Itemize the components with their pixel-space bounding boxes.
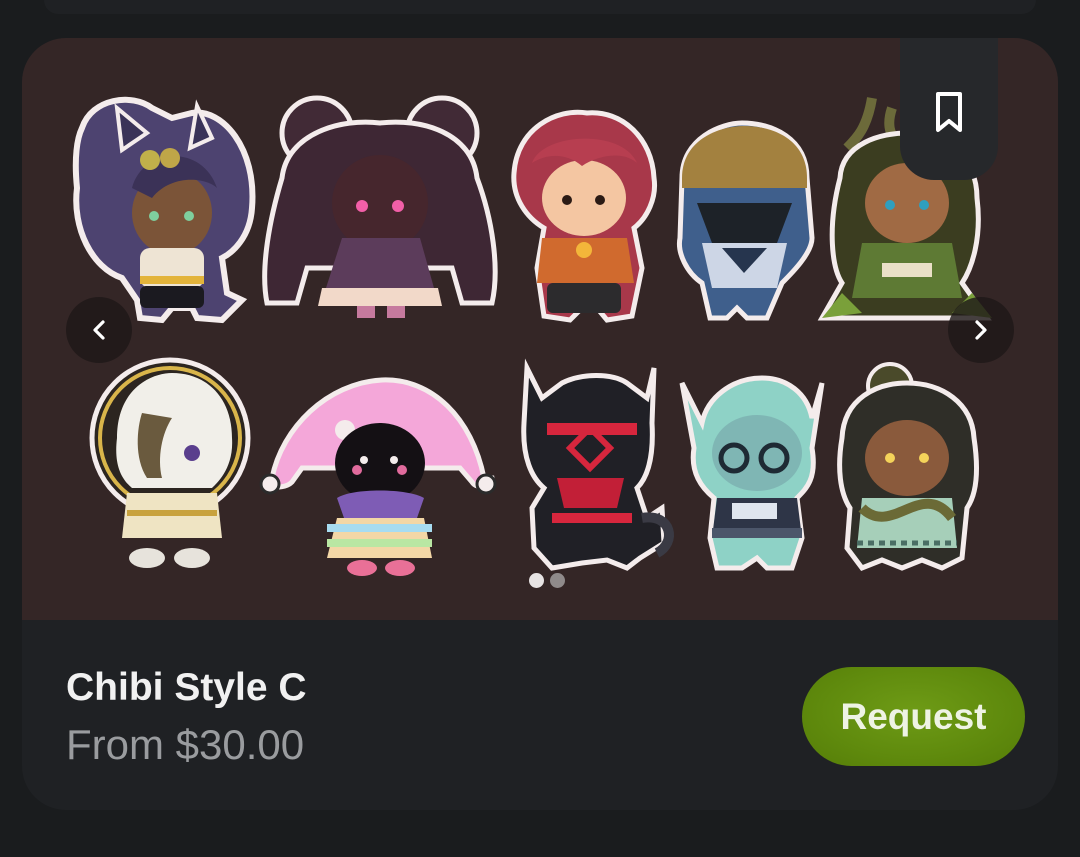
previous-card-edge xyxy=(44,0,1036,14)
commission-card: Chibi Style C From $30.00 Request xyxy=(22,38,1058,810)
chibi-character-halo xyxy=(89,357,251,568)
gallery-prev-button[interactable] xyxy=(66,297,132,363)
chibi-character-wolf xyxy=(679,375,825,571)
page-dot-1[interactable] xyxy=(529,573,544,588)
bookmark-button[interactable] xyxy=(900,38,998,180)
page-dot-2[interactable] xyxy=(550,573,565,588)
image-gallery[interactable] xyxy=(22,38,1058,620)
chevron-left-icon xyxy=(93,320,105,340)
request-button[interactable]: Request xyxy=(802,667,1025,766)
bookmark-icon xyxy=(936,92,962,132)
chevron-right-icon xyxy=(975,320,987,340)
chibi-character-snake-girl xyxy=(837,362,979,572)
listing-info: Chibi Style C From $30.00 Request xyxy=(22,620,1058,810)
listing-title: Chibi Style C xyxy=(66,666,307,709)
listing-price: From $30.00 xyxy=(66,721,305,768)
chibi-character-demon xyxy=(521,358,674,571)
chibi-character-red-hair-boy xyxy=(511,109,658,323)
chibi-character-braids-girl xyxy=(262,95,498,318)
chibi-character-jester xyxy=(259,377,497,576)
gallery-next-button[interactable] xyxy=(948,297,1014,363)
chibi-character-cat-girl xyxy=(72,96,256,324)
gallery-page-indicator xyxy=(529,573,565,588)
chibi-character-beanie xyxy=(676,120,815,321)
